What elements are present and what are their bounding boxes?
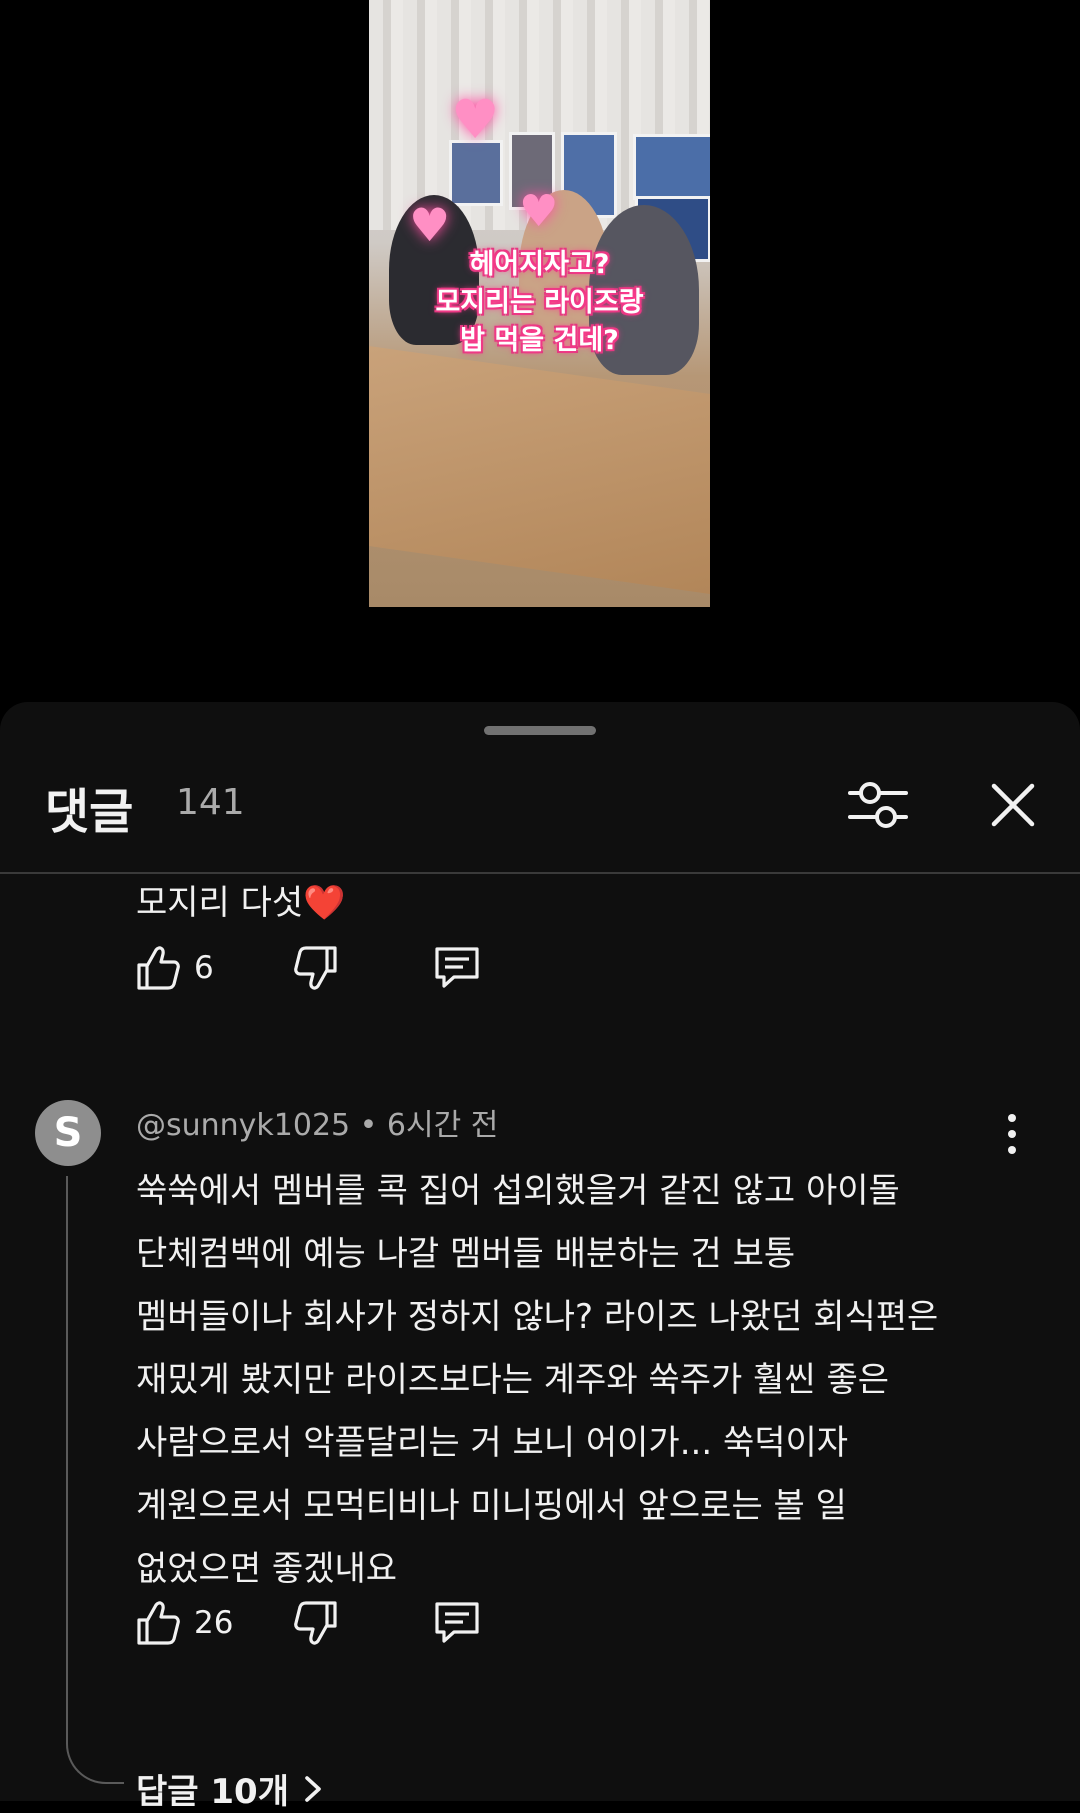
replies-label: 답글 10개 (136, 1772, 289, 1812)
heart-icon: ♥ (409, 198, 451, 252)
comment-meta[interactable]: @sunnyk1025 • 6시간 전 (136, 1100, 498, 1144)
chevron-right-icon (305, 1775, 321, 1802)
like-count: 6 (194, 950, 214, 986)
comment-text-line: 계원으로서 모먹티비나 미니핑에서 앞으로는 볼 일 (136, 1486, 847, 1526)
drag-handle[interactable] (484, 726, 596, 735)
comment-text-line: 재밌게 봤지만 라이즈보다는 계주와 쑥주가 훨씬 좋은 (136, 1360, 890, 1400)
comments-count: 141 (176, 782, 245, 823)
comment-text-line: 단체컴백에 예능 나갈 멤버들 배분하는 건 보통 (136, 1234, 796, 1274)
close-button[interactable] (986, 778, 1040, 832)
reply-button[interactable] (432, 943, 482, 993)
heart-icon: ♥ (451, 88, 500, 151)
comment-text-line: 사람으로서 악플달리는 거 보니 어이가... 쑥덕이자 (136, 1423, 849, 1463)
comment-text: 모지리 다섯❤️ (136, 883, 346, 923)
thumbs-down-icon (294, 1601, 337, 1645)
view-replies-button[interactable]: 답글 10개 (136, 1764, 327, 1813)
like-button[interactable]: 26 (136, 1598, 233, 1648)
reply-icon (435, 947, 479, 988)
video-poster (633, 134, 710, 200)
heart-icon: ♥ (519, 186, 559, 237)
avatar[interactable]: S (35, 1100, 101, 1166)
like-button[interactable]: 6 (136, 943, 214, 993)
comment-text-line: 없었으면 좋겠내요 (136, 1549, 398, 1589)
video-caption: 헤어지자고? 모지리는 라이즈랑 밥 먹을 건데? (369, 246, 710, 360)
thumbs-up-icon (137, 946, 180, 990)
comment-text-line: 쑥쑥에서 멤버를 콕 집어 섭외했을거 같진 않고 아이돌 (136, 1171, 900, 1211)
video-area: ♥ ♥ ♥ 헤어지자고? 모지리는 라이즈랑 밥 먹을 건데? (0, 0, 1080, 700)
like-count: 26 (194, 1605, 234, 1641)
video-caption-line: 밥 먹을 건데? (460, 325, 619, 356)
reply-thread-line (66, 1176, 124, 1784)
close-icon (991, 783, 1035, 827)
more-vertical-icon (1008, 1114, 1016, 1154)
more-options-button[interactable] (998, 1110, 1026, 1158)
video-caption-line: 모지리는 라이즈랑 (435, 287, 644, 318)
thumbs-up-icon (137, 1601, 180, 1645)
comment-text-line: 멤버들이나 회사가 정하지 않나? 라이즈 나왔던 회식편은 (136, 1297, 939, 1337)
dislike-button[interactable] (294, 1598, 338, 1648)
comments-title: 댓글 (45, 784, 134, 840)
reply-icon (435, 1602, 479, 1643)
video-player[interactable]: ♥ ♥ ♥ 헤어지자고? 모지리는 라이즈랑 밥 먹을 건데? (369, 0, 710, 607)
video-caption-line: 헤어지자고? (469, 249, 610, 280)
video-table (369, 346, 710, 594)
reply-button[interactable] (432, 1598, 482, 1648)
comments-sheet: 댓글 141 모지리 다섯❤️ 6 S @sunnyk1025 • 6시간 전 … (0, 702, 1080, 1812)
sliders-icon (848, 782, 908, 828)
thumbs-down-icon (294, 946, 337, 990)
dislike-button[interactable] (294, 943, 338, 993)
sort-filter-button[interactable] (846, 778, 910, 832)
